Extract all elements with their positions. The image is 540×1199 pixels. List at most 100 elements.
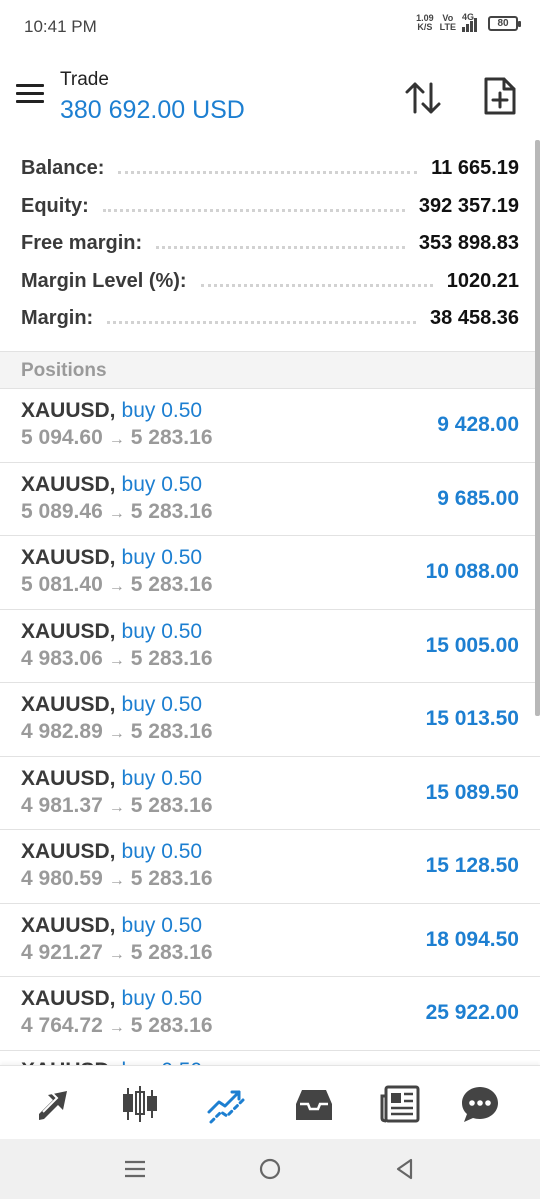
back-button[interactable] — [393, 1157, 417, 1181]
dotted-leader — [118, 171, 418, 175]
position-current-price: 5 283.16 — [130, 573, 213, 596]
position-current-price: 5 283.16 — [130, 867, 213, 890]
summary-row-margin-level: Margin Level (%): 1020.21 — [0, 263, 540, 301]
position-symbol: XAUUSD, — [21, 472, 116, 496]
position-side: buy 0.50 — [121, 399, 203, 422]
summary-row-equity: Equity: 392 357.19 — [0, 188, 540, 226]
position-open-price: 4 982.89 — [21, 720, 103, 743]
arrow-right-icon: → — [108, 798, 125, 816]
position-symbol: XAUUSD, — [21, 619, 116, 643]
volte-bottom: LTE — [439, 22, 456, 32]
position-profit: 15 089.50 — [425, 780, 519, 804]
position-symbol: XAUUSD, — [21, 987, 116, 1010]
home-circle-icon — [259, 1158, 281, 1180]
summary-value: 11 665.19 — [431, 157, 519, 180]
position-side: buy 0.50 — [121, 472, 203, 496]
position-open-price: 4 764.72 — [21, 1014, 103, 1037]
menu-button[interactable] — [16, 84, 46, 108]
nav-news[interactable] — [378, 1082, 422, 1126]
position-row[interactable]: XAUUSD, buy 0.50 5 081.40 → 5 283.16 10 088… — [0, 536, 540, 610]
position-profit: 10 088.00 — [425, 560, 519, 583]
position-profit: 25 922.00 — [425, 1001, 519, 1024]
position-profit: 18 094.50 — [425, 927, 519, 951]
position-open-price: 4 921.27 — [21, 940, 103, 964]
nav-history[interactable] — [292, 1082, 336, 1126]
position-row[interactable]: XAUUSD, buy 0.50 4 980.59 → 5 283.16 15 128… — [0, 830, 540, 904]
recents-button[interactable] — [123, 1157, 147, 1181]
summary-row-free-margin: Free margin: 353 898.83 — [0, 225, 540, 263]
position-current-price: 5 283.16 — [130, 499, 213, 523]
position-row[interactable]: XAUUSD, buy 0.50 5 094.60 → 5 283.16 9 428.… — [0, 389, 540, 463]
position-row[interactable]: XAUUSD, buy 0.50 4 982.89 → 5 283.16 15 013… — [0, 683, 540, 757]
home-button[interactable] — [258, 1157, 282, 1181]
account-summary: Balance: 11 665.19 Equity: 392 357.19 Fr… — [0, 150, 540, 338]
nav-chart[interactable] — [118, 1082, 162, 1126]
position-current-price: 5 283.16 — [130, 646, 213, 670]
bottom-navigation — [0, 1065, 540, 1139]
signal-icon: 4G — [462, 12, 482, 32]
arrow-right-icon: → — [108, 504, 125, 522]
net-speed: 1.09 K/S — [416, 14, 434, 32]
position-side: buy 0.50 — [121, 840, 203, 863]
volte-indicator: Vo LTE — [440, 14, 456, 32]
position-open-price: 4 980.59 — [21, 867, 103, 890]
positions-list: XAUUSD, buy 0.50 5 094.60 → 5 283.16 9 428.… — [0, 389, 540, 1071]
position-row[interactable]: XAUUSD, buy 0.50 4 921.27 → 5 283.16 18 094… — [0, 904, 540, 977]
summary-label: Margin Level (%): — [21, 269, 187, 292]
nav-quotes[interactable] — [33, 1082, 77, 1126]
trade-icon — [207, 1090, 245, 1124]
nav-messages[interactable] — [458, 1082, 502, 1126]
position-symbol: XAUUSD, — [21, 399, 116, 422]
position-open-price: 5 081.40 — [21, 573, 103, 596]
position-side: buy 0.50 — [121, 766, 203, 790]
dotted-leader — [107, 321, 417, 325]
positions-title: Positions — [21, 360, 107, 381]
arrow-right-icon: → — [108, 431, 125, 448]
scrollbar[interactable] — [535, 140, 540, 716]
new-document-icon — [484, 77, 516, 115]
chart-icon — [123, 1086, 157, 1122]
summary-value: 392 357.19 — [418, 194, 519, 217]
back-triangle-icon — [396, 1158, 413, 1180]
position-symbol: XAUUSD, — [21, 546, 116, 569]
position-row[interactable]: XAUUSD, buy 0.50 4 983.06 → 5 283.16 15 005… — [0, 610, 540, 683]
arrow-right-icon: → — [108, 1019, 125, 1036]
sort-arrows-icon — [405, 82, 441, 114]
dotted-leader — [156, 246, 405, 250]
position-side: buy 0.50 — [121, 913, 203, 937]
quotes-icon — [39, 1091, 67, 1120]
position-current-price: 5 283.16 — [130, 1014, 213, 1037]
new-order-button[interactable] — [482, 76, 522, 118]
position-current-price: 5 283.16 — [130, 720, 213, 743]
recents-icon — [125, 1160, 145, 1178]
position-side: buy 0.50 — [121, 546, 203, 569]
position-symbol: XAUUSD, — [21, 840, 116, 863]
position-row[interactable]: XAUUSD, buy 0.50 5 089.46 → 5 283.16 9 685.… — [0, 463, 540, 536]
arrow-right-icon: → — [108, 945, 125, 963]
summary-value: 38 458.36 — [430, 307, 519, 330]
position-profit: 9 685.00 — [437, 486, 519, 510]
position-row[interactable]: XAUUSD, buy 0.50 4 764.72 → 5 283.16 25 922… — [0, 977, 540, 1051]
sort-button[interactable] — [403, 78, 443, 118]
position-profit: 9 428.00 — [437, 413, 519, 436]
position-profit: 15 128.50 — [425, 854, 519, 877]
inbox-icon — [296, 1090, 332, 1120]
battery-icon: 80 — [488, 15, 521, 31]
header-profit: 380 692.00 USD — [60, 96, 245, 124]
arrow-right-icon: → — [108, 725, 125, 742]
position-current-price: 5 283.16 — [130, 793, 213, 817]
status-time: 10:41 PM — [24, 17, 97, 36]
position-side: buy 0.50 — [121, 693, 203, 716]
position-profit: 15 013.50 — [425, 707, 519, 730]
summary-label: Free margin: — [21, 232, 143, 255]
summary-value: 1020.21 — [446, 269, 519, 292]
summary-value: 353 898.83 — [418, 232, 519, 255]
position-side: buy 0.50 — [121, 987, 203, 1010]
position-row[interactable]: XAUUSD, buy 0.50 4 981.37 → 5 283.16 15 089… — [0, 757, 540, 830]
summary-label: Balance: — [21, 157, 105, 180]
position-symbol: XAUUSD, — [21, 913, 116, 937]
summary-row-margin: Margin: 38 458.36 — [0, 300, 540, 338]
summary-label: Equity: — [21, 194, 89, 217]
nav-trade[interactable] — [205, 1082, 249, 1126]
news-icon — [380, 1085, 420, 1123]
